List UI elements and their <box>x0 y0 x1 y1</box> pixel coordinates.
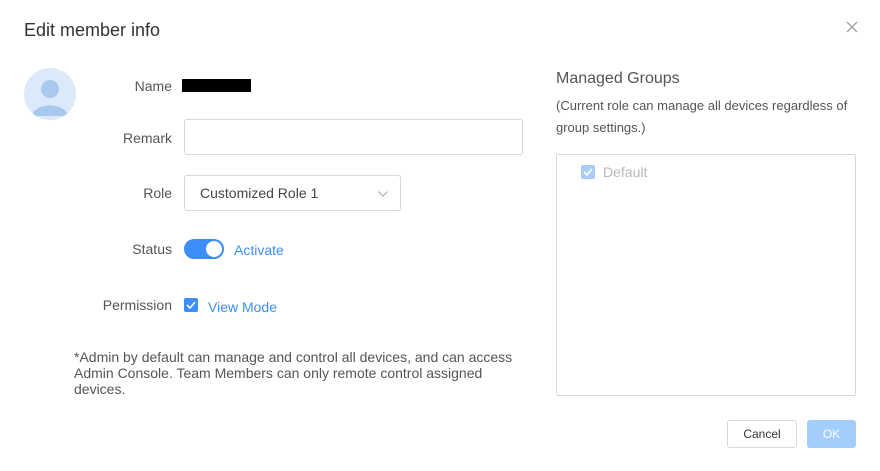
groups-list: Default <box>556 154 856 396</box>
permission-label: Permission <box>102 297 172 313</box>
dialog-title: Edit member info <box>24 20 161 40</box>
role-select[interactable]: Customized Role 1 <box>184 175 401 211</box>
remark-label: Remark <box>122 130 172 146</box>
edit-member-dialog: Edit member info Name Remark Role Custom… <box>0 0 880 471</box>
role-select-value: Customized Role 1 <box>200 185 319 201</box>
close-icon[interactable] <box>844 19 860 35</box>
managed-groups-title: Managed Groups <box>556 70 680 87</box>
cancel-button[interactable]: Cancel <box>727 420 797 448</box>
status-label: Status <box>132 241 172 257</box>
ok-button[interactable]: OK <box>807 420 856 448</box>
check-icon <box>186 301 196 309</box>
group-label: Default <box>603 164 648 180</box>
view-mode-label[interactable]: View Mode <box>208 299 277 315</box>
name-value-redacted <box>182 79 251 92</box>
view-mode-checkbox[interactable] <box>184 298 198 312</box>
avatar <box>24 68 76 120</box>
check-icon <box>583 168 593 176</box>
role-label: Role <box>143 185 172 201</box>
admin-note: *Admin by default can manage and control… <box>74 349 513 397</box>
group-checkbox <box>581 165 595 179</box>
managed-groups-subtitle: (Current role can manage all devices reg… <box>556 98 848 135</box>
chevron-down-icon <box>378 191 388 197</box>
status-text: Activate <box>234 242 284 258</box>
toggle-knob <box>206 241 222 257</box>
name-label: Name <box>134 78 172 94</box>
status-toggle[interactable] <box>184 239 224 259</box>
user-icon <box>32 80 68 116</box>
remark-input[interactable] <box>184 119 523 155</box>
